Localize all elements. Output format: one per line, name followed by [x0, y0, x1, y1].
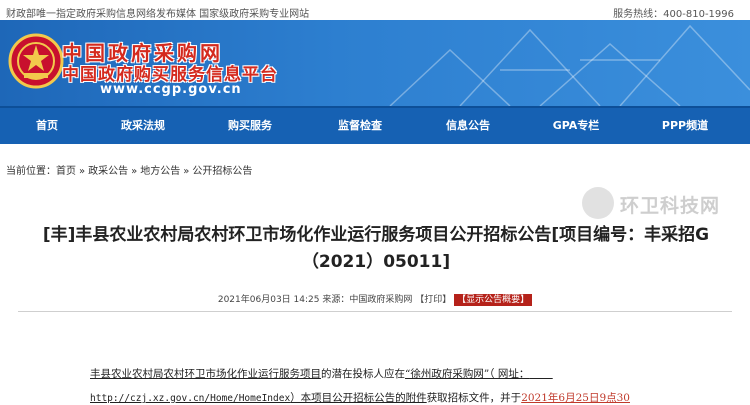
breadcrumb-separator: »: [183, 166, 190, 177]
top-info-bar: 财政部唯一指定政府采购信息网络发布媒体 国家级政府采购专业网站 服务热线：400…: [0, 0, 750, 20]
body-text: 获取招标文件，并于: [426, 392, 522, 404]
site-banner: 中国政府采购网 中国政府购买服务信息平台 www.ccgp.gov.cn: [0, 20, 750, 106]
nav-item-regulations[interactable]: 政采法规: [121, 108, 165, 144]
watermark-logo-icon: [582, 187, 614, 219]
nav-item-home[interactable]: 首页: [36, 108, 58, 144]
nav-item-services[interactable]: 购买服务: [228, 108, 272, 144]
nav-item-gpa[interactable]: GPA专栏: [553, 108, 600, 144]
service-hotline: 服务热线：400-810-1996: [613, 9, 734, 20]
watermark-text: 环卫科技网: [620, 195, 721, 217]
article-meta: 2021年06月03日 14:25 来源：中国政府采购网 【打印】 【显示公告概…: [0, 292, 750, 306]
site-slogan: 财政部唯一指定政府采购信息网络发布媒体 国家级政府采购专业网站: [6, 9, 310, 20]
show-summary-button[interactable]: 【显示公告概要】: [454, 294, 533, 306]
article-title: [丰]丰县农业农村局农村环卫市场化作业运行服务项目公开招标公告[项目编号：丰采招…: [42, 225, 710, 272]
print-link[interactable]: 【打印】: [415, 295, 451, 305]
article-paragraph-line: http://czj.xz.gov.cn/Home/HomeIndex）本项目公…: [90, 390, 630, 405]
main-nav: 首页 政采法规 购买服务 监督检查 信息公告 GPA专栏 PPP频道: [0, 106, 750, 144]
banner-decoration: [389, 24, 750, 106]
breadcrumb: 当前位置：首页» 政采公告» 地方公告» 公开招标公告: [6, 162, 252, 177]
breadcrumb-separator: »: [131, 166, 138, 177]
website-reference: “徐州政府采购网”（ 网址：: [405, 368, 530, 380]
website-url-link[interactable]: http://czj.xz.gov.cn/Home/HomeIndex: [90, 393, 290, 404]
attachment-reference: ）本项目公开招标公告的附件: [290, 392, 427, 404]
national-emblem-icon: [8, 33, 64, 89]
body-text: 的潜在投标人应在: [321, 368, 405, 380]
site-url: www.ccgp.gov.cn: [100, 82, 242, 97]
breadcrumb-open-tender[interactable]: 公开招标公告: [192, 166, 252, 177]
article-paragraph-line: 丰县农业农村局农村环卫市场化作业运行服务项目的潜在投标人应在“徐州政府采购网”（…: [90, 366, 553, 381]
nav-item-inspection[interactable]: 监督检查: [338, 108, 382, 144]
underline-blank: [529, 368, 552, 380]
deadline-date: 2021年6月25日9点30: [521, 392, 630, 404]
watermark: 环卫科技网: [582, 185, 742, 221]
article-source: 来源：中国政府采购网: [322, 295, 413, 305]
breadcrumb-procurement-notices[interactable]: 政采公告: [88, 166, 128, 177]
nav-item-ppp[interactable]: PPP频道: [662, 108, 708, 144]
breadcrumb-separator: »: [79, 166, 86, 177]
project-name: 丰县农业农村局农村环卫市场化作业运行服务项目: [90, 368, 321, 380]
breadcrumb-label: 当前位置：: [6, 166, 56, 177]
breadcrumb-home[interactable]: 首页: [56, 166, 76, 177]
nav-item-notices[interactable]: 信息公告: [446, 108, 490, 144]
publish-date: 2021年06月03日 14:25: [217, 295, 320, 305]
breadcrumb-local-notices[interactable]: 地方公告: [140, 166, 180, 177]
divider: [18, 311, 732, 312]
